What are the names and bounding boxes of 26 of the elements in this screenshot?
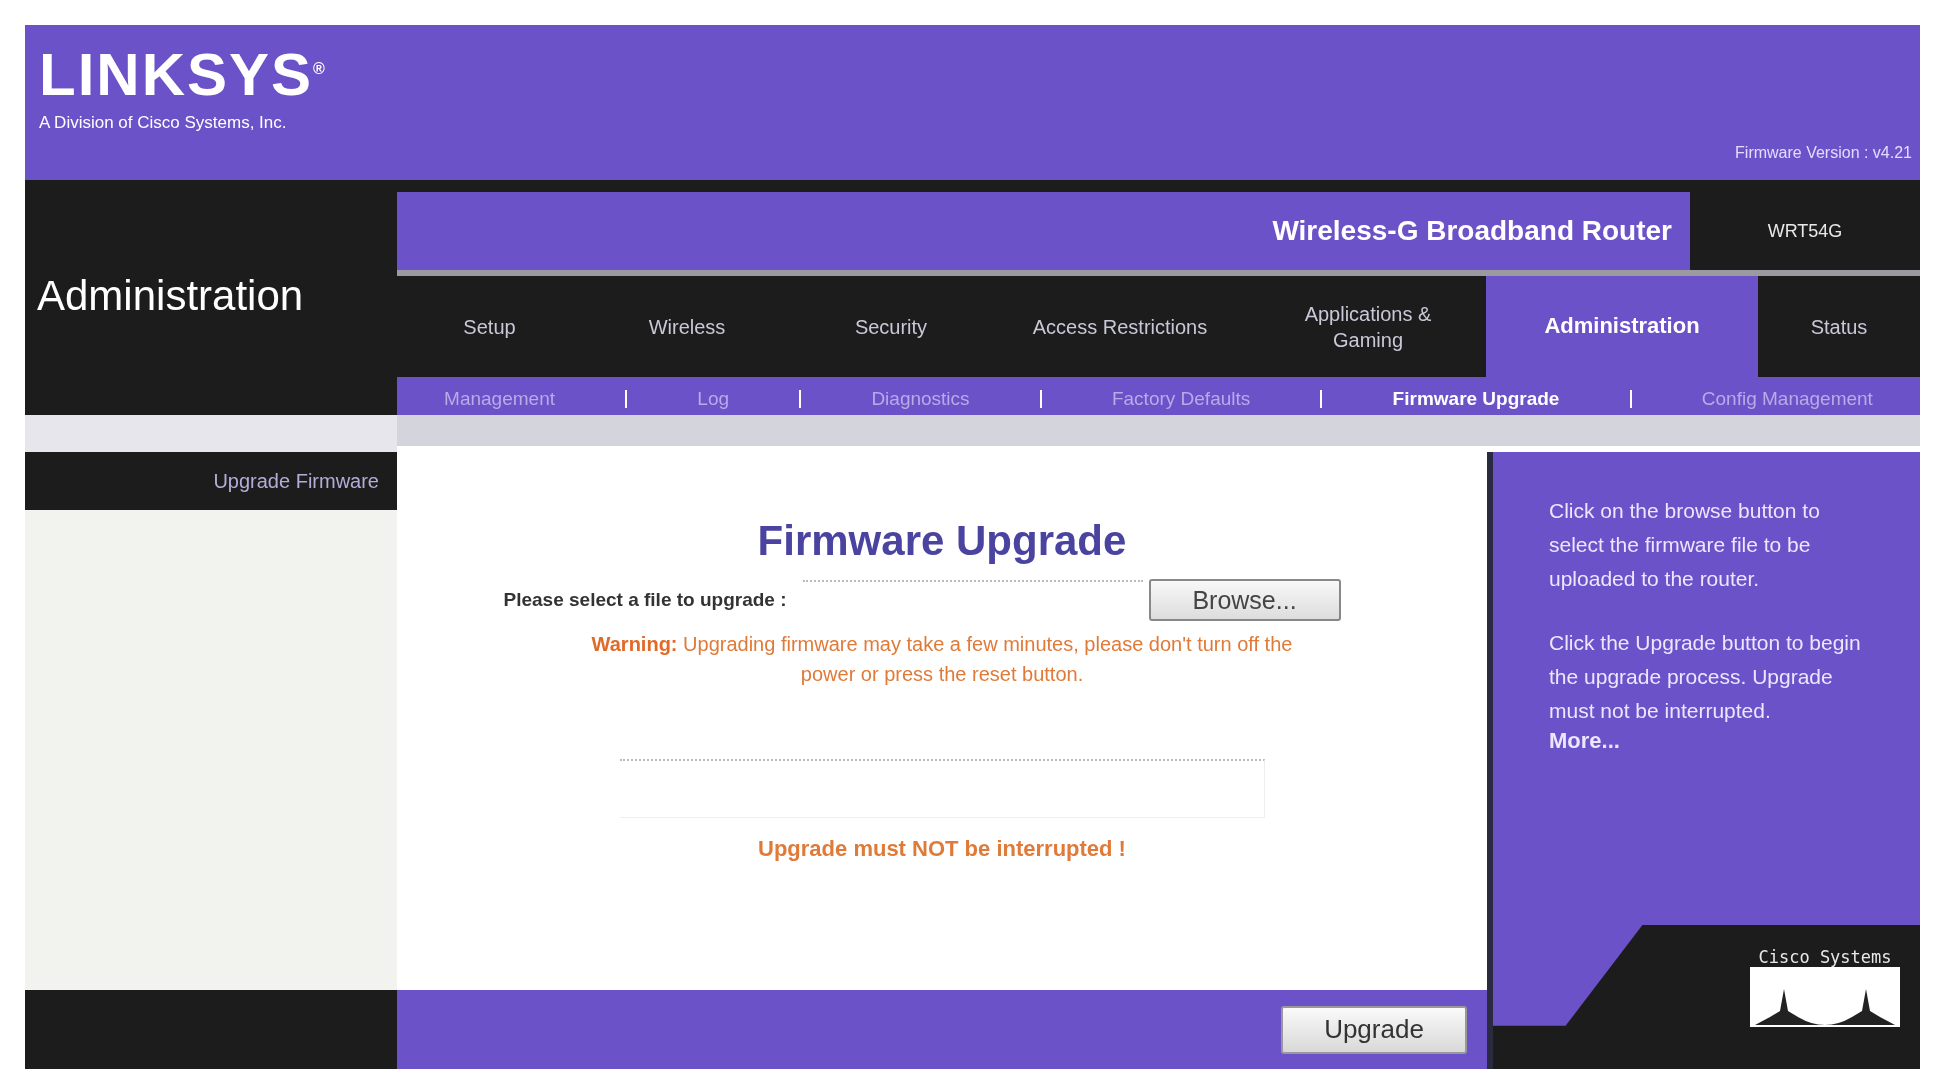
- help-text: Click on the browse button to select the firmware file to be uploaded to the router.: [1549, 498, 1821, 592]
- sidebar-heading: Upgrade Firmware: [213, 469, 379, 493]
- nav-tab[interactable]: Setup: [397, 276, 582, 377]
- subnav-link[interactable]: Firmware Upgrade: [1392, 388, 1560, 410]
- logo-text: Cisco Systems: [1758, 947, 1892, 967]
- section-title: Administration: [37, 272, 304, 319]
- bridge-logo-icon: [1750, 967, 1900, 1027]
- browse-button[interactable]: Browse...: [1148, 579, 1341, 621]
- page-title: Firmware Upgrade: [757, 517, 1127, 565]
- nav-tab[interactable]: Applications & Gaming: [1250, 276, 1486, 377]
- product-name: Wireless-G Broadband Router: [1272, 215, 1672, 247]
- file-label: Please select a file to upgrade :: [503, 589, 787, 611]
- more-link[interactable]: More...: [1549, 728, 1880, 754]
- model-name: WRT54G: [1767, 220, 1843, 242]
- nav-tab[interactable]: Wireless: [582, 276, 792, 377]
- nav-tab[interactable]: Administration: [1486, 276, 1758, 377]
- upgrade-button[interactable]: Upgrade: [1281, 1005, 1467, 1054]
- brand-tagline: A Division of Cisco Systems, Inc.: [39, 113, 288, 133]
- nav-tab[interactable]: Status: [1758, 276, 1920, 377]
- notice-text: Upgrade must NOT be interrupted !: [758, 836, 1126, 862]
- nav-tab[interactable]: Security: [792, 276, 990, 377]
- warning-text: Warning: Upgrading firmware may take a few minutes, please don't turn off the power or press the reset button.: [590, 632, 1294, 687]
- firmware-version: Firmware Version : v4.21: [1735, 144, 1912, 162]
- nav-tab[interactable]: Access Restrictions: [990, 276, 1250, 377]
- brand-logo: LINKSYS$^{®}$: [39, 45, 327, 105]
- help-text: Click the Upgrade button to begin the upgrade process. Upgrade must not be interrupted.: [1549, 630, 1862, 724]
